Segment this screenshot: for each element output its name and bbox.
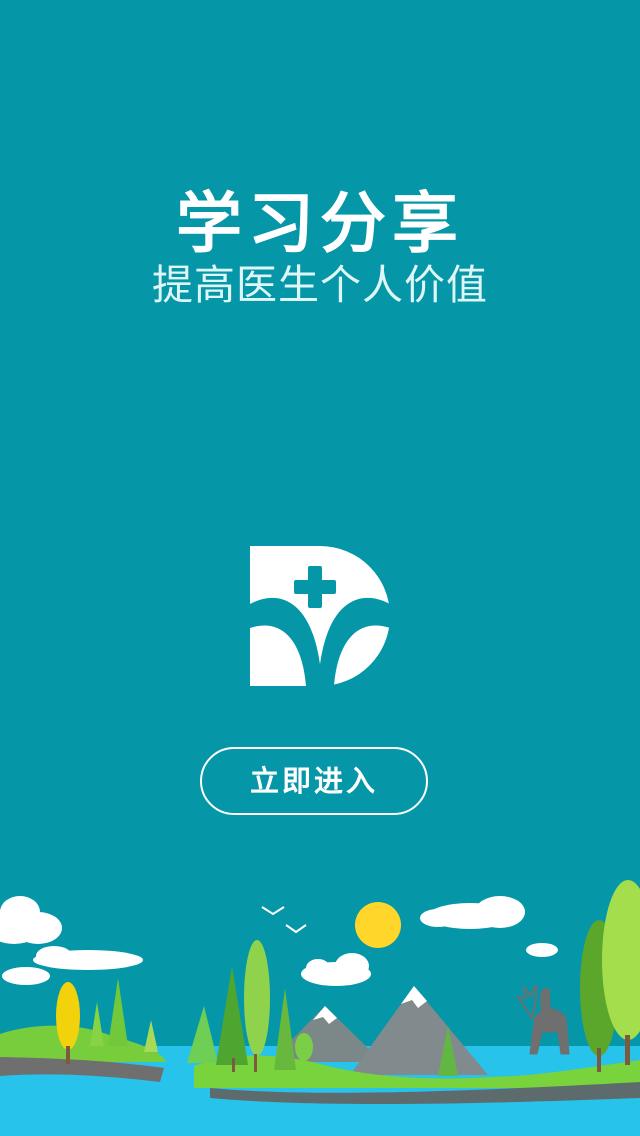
app-logo: [250, 546, 390, 686]
cloud-center: [301, 953, 371, 986]
cloud-right-small: [526, 943, 558, 957]
onboarding-screen: 学习分享 提高医生个人价值 立即进入: [0, 0, 640, 1136]
sun-icon: [355, 902, 401, 948]
enter-button[interactable]: 立即进入: [200, 747, 428, 815]
page-subtitle: 提高医生个人价值: [152, 261, 488, 309]
cloud-left-small: [2, 967, 50, 985]
birds-icon: [261, 906, 307, 934]
landscape-illustration: [0, 880, 640, 1136]
deer-icon: [515, 984, 570, 1055]
cloud-right-large: [420, 896, 525, 929]
medical-d-logo-icon: [250, 546, 390, 686]
page-title: 学习分享: [176, 185, 464, 263]
right-trees: [580, 880, 640, 1072]
left-island: [0, 1025, 166, 1062]
cloud-left-long: [33, 946, 143, 970]
cloud-left-large: [0, 896, 62, 944]
